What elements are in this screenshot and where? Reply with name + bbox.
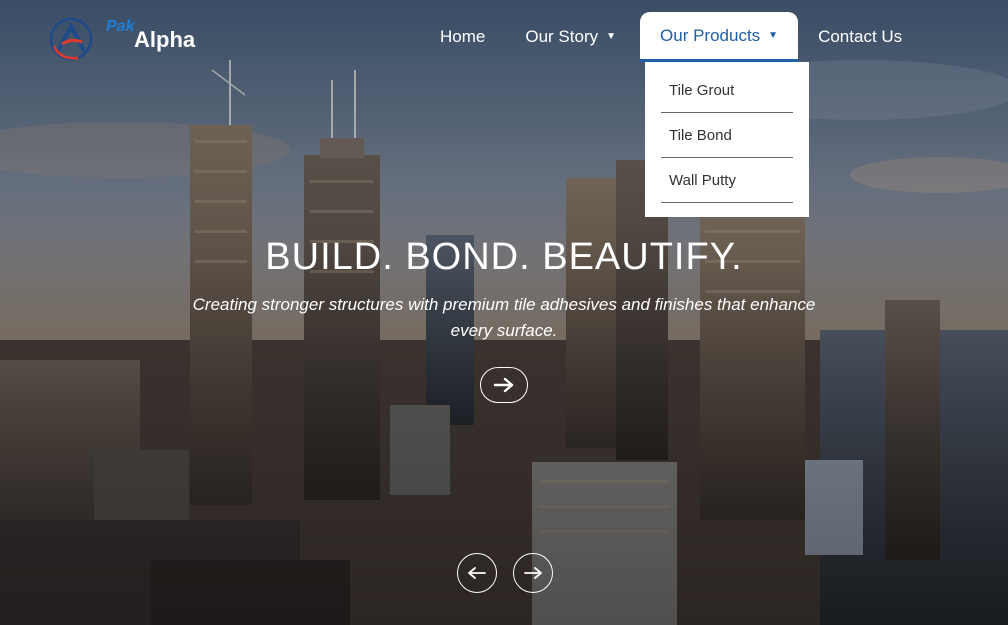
dropdown-item-tile-bond[interactable]: Tile Bond — [661, 113, 793, 158]
nav-item-home[interactable]: Home — [420, 12, 505, 62]
hero-headline: BUILD. BOND. BEAUTIFY. — [265, 236, 743, 278]
nav-item-contact-us[interactable]: Contact Us — [798, 12, 922, 62]
nav-item-label: Home — [440, 27, 486, 46]
nav-item-label: Our Story — [525, 27, 599, 46]
nav-item-label: Our Products — [660, 25, 761, 45]
main-nav: Home Our Story ▼ Our Products ▼ Contact … — [420, 12, 922, 62]
hero-cta-button[interactable] — [480, 367, 528, 403]
hero-section: Pak Alpha Home Our Story ▼ Our Products … — [0, 0, 1008, 625]
logo-mark-icon — [49, 17, 93, 61]
logo-pak-text: Pak — [106, 18, 135, 35]
carousel-prev-button[interactable] — [457, 553, 497, 593]
arrow-right-icon — [524, 567, 542, 579]
brand-logo[interactable]: Pak Alpha — [48, 14, 218, 64]
arrow-right-icon — [493, 377, 514, 393]
caret-down-icon: ▼ — [768, 29, 779, 41]
logo-alpha-text: Alpha — [134, 27, 196, 52]
logo-wordmark: Pak Alpha — [98, 16, 208, 62]
dropdown-item-tile-grout[interactable]: Tile Grout — [661, 68, 793, 113]
nav-item-our-products[interactable]: Our Products ▼ — [640, 12, 799, 62]
products-dropdown: Tile Grout Tile Bond Wall Putty — [645, 62, 809, 217]
caret-down-icon: ▼ — [606, 31, 617, 42]
hero-subline: Creating stronger structures with premiu… — [192, 295, 816, 340]
nav-item-label: Contact Us — [818, 27, 903, 46]
carousel-next-button[interactable] — [513, 553, 553, 593]
nav-item-our-story[interactable]: Our Story ▼ — [505, 12, 636, 62]
dropdown-item-wall-putty[interactable]: Wall Putty — [661, 158, 793, 203]
arrow-left-icon — [468, 567, 486, 579]
